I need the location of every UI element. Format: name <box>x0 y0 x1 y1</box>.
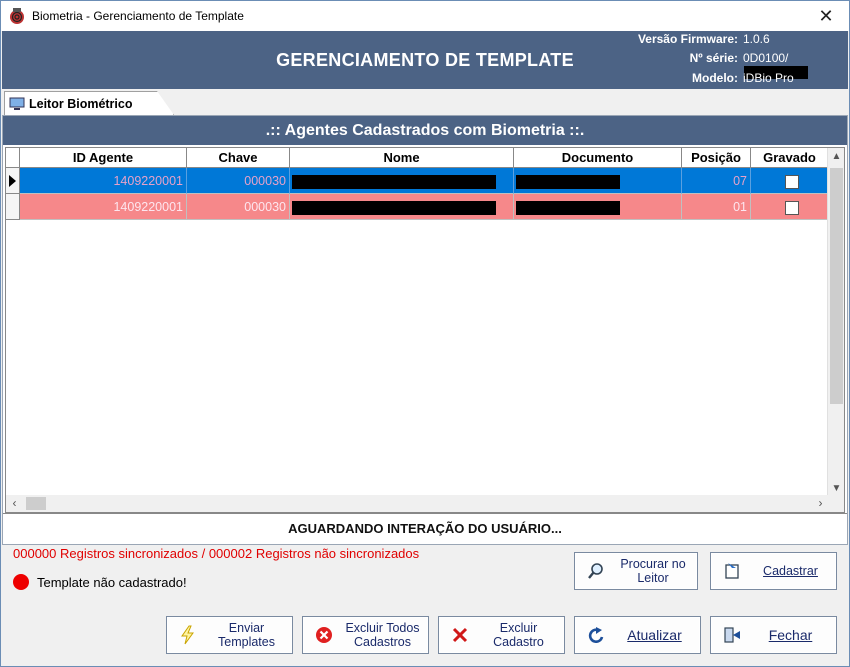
agents-panel: .:: Agentes Cadastrados com Biometria ::… <box>2 115 848 545</box>
cadastrar-button[interactable]: Cadastrar <box>710 552 837 590</box>
title-bar: Biometria - Gerenciamento de Template ✕ <box>1 1 849 31</box>
redaction-bar <box>292 174 496 189</box>
column-header-documento[interactable]: Documento <box>514 148 682 168</box>
enviar-line2: Templates <box>218 635 275 649</box>
model-label: Modelo: <box>692 71 738 85</box>
cell-nome[interactable] <box>290 168 514 194</box>
fechar-label: Fechar <box>768 627 813 643</box>
vertical-scrollbar[interactable]: ▲ ▼ <box>827 148 844 512</box>
window-title: Biometria - Gerenciamento de Template <box>32 9 244 23</box>
exit-door-icon <box>719 626 745 644</box>
scrollbar-corner <box>827 495 844 512</box>
cell-chave[interactable]: 000030 <box>187 168 290 194</box>
procurar-line1: Procurar no <box>620 557 686 571</box>
enviar-templates-button[interactable]: Enviar Templates <box>166 616 293 654</box>
cell-id-agente[interactable]: 1409220001 <box>20 194 187 220</box>
redaction-bar <box>292 200 496 215</box>
sync-status-text: 000000 Registros sincronizados / 000002 … <box>13 546 420 561</box>
enviar-line1: Enviar <box>228 621 265 635</box>
biometric-app-icon <box>10 8 24 24</box>
monitor-icon <box>9 97 25 110</box>
row-selector[interactable] <box>6 194 20 220</box>
row-selector-header <box>6 148 20 168</box>
column-header-chave[interactable]: Chave <box>187 148 290 168</box>
serial-info: Nº série: 0D0100/ <box>608 51 848 80</box>
tab-strip: Leitor Biométrico <box>2 89 848 115</box>
cell-gravado[interactable] <box>751 194 829 220</box>
horizontal-scrollbar[interactable]: ‹ › <box>6 495 829 512</box>
procurar-label: Procurar no Leitor <box>609 557 697 585</box>
panel-title: .:: Agentes Cadastrados com Biometria ::… <box>3 116 847 145</box>
model-value: iDBio Pro <box>743 71 794 85</box>
excluir-cadastro-button[interactable]: Excluir Cadastro <box>438 616 565 654</box>
cell-posicao[interactable]: 01 <box>682 194 751 220</box>
gravado-checkbox[interactable] <box>785 174 799 189</box>
delete-all-icon <box>311 626 337 644</box>
excluir-todos-label: Excluir Todos Cadastros <box>337 621 428 649</box>
excluir-todos-line1: Excluir Todos <box>345 621 420 635</box>
cell-documento[interactable] <box>514 168 682 194</box>
column-header-nome[interactable]: Nome <box>290 148 514 168</box>
serial-label: Nº série: <box>689 51 738 65</box>
cell-gravado[interactable] <box>751 168 829 194</box>
row-pointer-icon <box>9 175 16 187</box>
scroll-up-icon[interactable]: ▲ <box>828 148 844 165</box>
tab-label: Leitor Biométrico <box>29 96 133 111</box>
header-banner: GERENCIAMENTO DE TEMPLATE Versão Firmwar… <box>2 31 848 89</box>
main-window: Biometria - Gerenciamento de Template ✕ … <box>0 0 850 667</box>
search-icon <box>583 562 609 580</box>
table-row[interactable]: 1409220001 000030 01 <box>6 194 829 220</box>
status-dot-icon <box>13 574 29 590</box>
cell-documento[interactable] <box>514 194 682 220</box>
grid-header: ID Agente Chave Nome Documento Posição G… <box>6 148 829 168</box>
template-status: Template não cadastrado! <box>13 574 187 590</box>
firmware-info: Versão Firmware: 1.0.6 <box>608 32 848 50</box>
close-button[interactable]: ✕ <box>803 1 849 31</box>
row-selector[interactable] <box>6 168 20 194</box>
column-header-gravado[interactable]: Gravado <box>751 148 829 168</box>
scroll-left-icon[interactable]: ‹ <box>6 495 23 512</box>
horizontal-scroll-thumb[interactable] <box>26 497 46 510</box>
model-info: Modelo: iDBio Pro <box>608 71 848 89</box>
redaction-bar <box>516 174 620 189</box>
excluir-cadastro-label: Excluir Cadastro <box>493 621 544 649</box>
excluir-todos-line2: Cadastros <box>354 635 411 649</box>
cell-nome[interactable] <box>290 194 514 220</box>
firmware-label: Versão Firmware: <box>637 32 738 46</box>
register-icon <box>719 562 745 580</box>
fechar-button[interactable]: Fechar <box>710 616 837 654</box>
procurar-no-leitor-button[interactable]: Procurar no Leitor <box>574 552 698 590</box>
agents-grid[interactable]: ID Agente Chave Nome Documento Posição G… <box>5 147 845 513</box>
firmware-value: 1.0.6 <box>743 32 770 46</box>
cell-chave[interactable]: 000030 <box>187 194 290 220</box>
cadastrar-label: Cadastrar <box>763 564 818 578</box>
table-row[interactable]: 1409220001 000030 07 <box>6 168 829 194</box>
delete-icon <box>447 627 473 643</box>
atualizar-button[interactable]: Atualizar <box>574 616 701 654</box>
close-icon: ✕ <box>818 5 834 26</box>
cell-id-agente[interactable]: 1409220001 <box>20 168 187 194</box>
template-status-text: Template não cadastrado! <box>37 574 187 590</box>
serial-value: 0D0100/ <box>743 51 789 65</box>
tab-leitor-biometrico[interactable]: Leitor Biométrico <box>4 91 174 115</box>
status-message: AGUARDANDO INTERAÇÃO DO USUÁRIO... <box>3 513 847 544</box>
vertical-scroll-thumb[interactable] <box>830 168 843 404</box>
lightning-icon <box>175 625 201 645</box>
enviar-label: Enviar Templates <box>201 621 292 649</box>
atualizar-label: Atualizar <box>627 627 682 643</box>
cell-posicao[interactable]: 07 <box>682 168 751 194</box>
redaction-bar <box>516 200 620 215</box>
gravado-checkbox[interactable] <box>785 200 799 215</box>
excluir-todos-cadastros-button[interactable]: Excluir Todos Cadastros <box>302 616 429 654</box>
refresh-icon <box>583 627 609 643</box>
procurar-line2: Leitor <box>637 571 669 585</box>
column-header-posicao[interactable]: Posição <box>682 148 751 168</box>
column-header-id-agente[interactable]: ID Agente <box>20 148 187 168</box>
